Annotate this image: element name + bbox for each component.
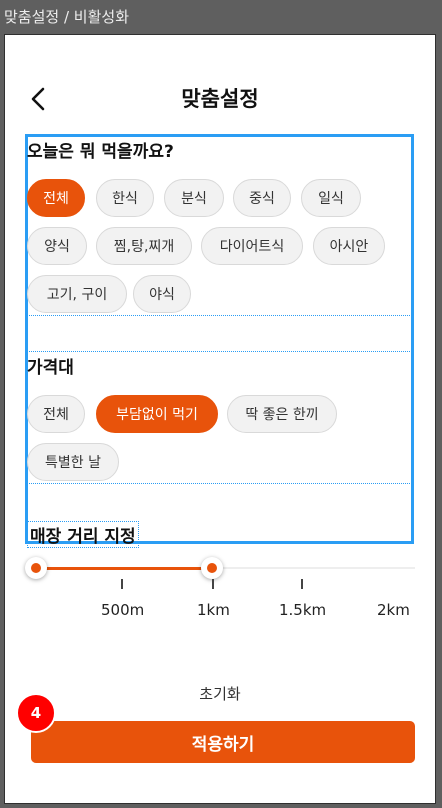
food-chip-western[interactable]: 양식 [27,227,87,265]
phone-screen: 맞춤설정 오늘은 뭐 먹을까요? 전체 한식 분식 중식 일식 양식 찜,탕,찌… [4,34,436,804]
food-chip-stew[interactable]: 찜,탕,찌개 [96,227,192,265]
distance-label-500m: 500m [101,601,145,619]
food-chip-diet[interactable]: 다이어트식 [201,227,303,265]
distance-tick [121,579,123,589]
distance-section-title: 매장 거리 지정 [27,521,139,548]
price-chip-all[interactable]: 전체 [27,395,85,433]
distance-label-2km: 2km [377,601,410,619]
distance-tick [212,579,214,589]
distance-label-1km: 1km [197,601,230,619]
header: 맞춤설정 [5,79,435,119]
window-title: 맞춤설정 / 비활성화 [4,8,129,26]
section-divider [25,315,414,316]
distance-label-1-5km: 1.5km [279,601,327,619]
food-section-title: 오늘은 뭐 먹을까요? [27,142,174,162]
price-chip-casual[interactable]: 부담없이 먹기 [96,395,218,433]
page-title: 맞춤설정 [181,87,259,111]
reset-button[interactable]: 초기화 [5,683,435,704]
distance-slider-max-handle[interactable] [201,557,223,579]
food-chip-korean[interactable]: 한식 [96,179,154,217]
apply-button[interactable]: 적용하기 [31,721,415,763]
distance-slider-fill [35,567,213,570]
food-chip-japanese[interactable]: 일식 [301,179,361,217]
price-chip-special[interactable]: 특별한 날 [27,443,119,481]
price-chip-good-meal[interactable]: 딱 좋은 한끼 [227,395,337,433]
food-chip-all[interactable]: 전체 [27,179,85,217]
section-divider [25,351,414,352]
food-chip-asian[interactable]: 아시안 [313,227,385,265]
price-section-title: 가격대 [27,358,74,378]
section-divider [25,483,414,484]
food-chip-bbq[interactable]: 고기, 구이 [27,275,127,313]
step-badge: 4 [16,693,56,733]
food-chip-latenight[interactable]: 야식 [133,275,191,313]
food-chip-snack[interactable]: 분식 [164,179,224,217]
distance-tick [301,579,303,589]
distance-slider-min-handle[interactable] [25,557,47,579]
food-chip-chinese[interactable]: 중식 [233,179,291,217]
